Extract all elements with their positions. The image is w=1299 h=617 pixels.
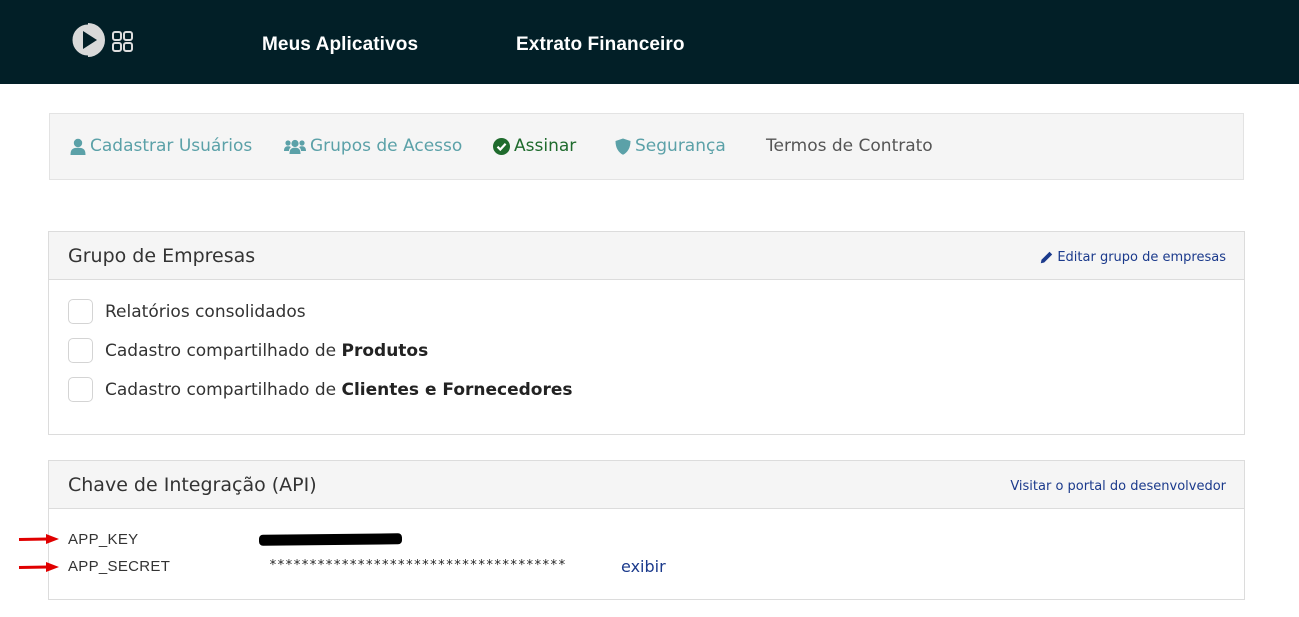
app-secret-label: APP_SECRET (68, 558, 171, 575)
option-label: Cadastro compartilhado de Produtos (105, 341, 428, 361)
grid-apps-icon[interactable] (112, 31, 133, 52)
app-secret-value: ************************************* (269, 558, 566, 573)
tab-label: Cadastrar Usuários (90, 136, 253, 156)
panel-header: Chave de Integração (API) Visitar o port… (49, 461, 1244, 509)
option-text: Relatórios consolidados (105, 301, 306, 322)
tab-cadastrar-usuarios[interactable]: Cadastrar Usuários (70, 136, 252, 156)
panel-title: Grupo de Empresas (68, 245, 256, 267)
nav-meus-aplicativos[interactable]: Meus Aplicativos (262, 34, 418, 56)
edit-grupo-label: Editar grupo de empresas (1057, 250, 1226, 265)
tab-label: Grupos de Acesso (310, 136, 463, 156)
option-text: Cadastro compartilhado de (105, 340, 342, 361)
option-label: Cadastro compartilhado de Clientes e For… (105, 380, 573, 400)
tab-assinar[interactable]: Assinar (493, 136, 576, 156)
option-label: Relatórios consolidados (105, 302, 306, 322)
tab-label: Assinar (514, 136, 577, 156)
checkbox[interactable] (68, 299, 93, 324)
app-key-label: APP_KEY (68, 531, 139, 548)
settings-tabs: Cadastrar Usuários Grupos de Acesso Assi… (49, 113, 1244, 180)
nav-extrato-financeiro[interactable]: Extrato Financeiro (516, 34, 685, 56)
checkbox[interactable] (68, 338, 93, 363)
play-circle-icon[interactable] (70, 22, 106, 58)
option-text: Cadastro compartilhado de (105, 379, 342, 400)
tab-label: Termos de Contrato (766, 136, 933, 156)
annotation-arrow-icon (18, 534, 59, 544)
shield-icon (615, 138, 631, 155)
option-cadastro-produtos: Cadastro compartilhado de Produtos (68, 338, 428, 363)
users-icon (284, 139, 306, 154)
pencil-icon (1041, 251, 1053, 264)
option-text-bold: Clientes e Fornecedores (341, 379, 573, 400)
user-icon (70, 138, 86, 155)
panel-header: Grupo de Empresas Editar grupo de empres… (49, 232, 1244, 280)
edit-grupo-link[interactable]: Editar grupo de empresas (1040, 250, 1226, 265)
checkbox[interactable] (68, 377, 93, 402)
top-navbar: Meus Aplicativos Extrato Financeiro (0, 0, 1299, 84)
tab-seguranca[interactable]: Segurança (615, 136, 726, 156)
developer-portal-link[interactable]: Visitar o portal do desenvolvedor (1010, 479, 1226, 494)
option-cadastro-clientes-fornecedores: Cadastro compartilhado de Clientes e For… (68, 377, 573, 402)
grupo-empresas-panel: Grupo de Empresas Editar grupo de empres… (48, 231, 1245, 435)
api-key-panel: Chave de Integração (API) Visitar o port… (48, 460, 1245, 600)
option-relatorios-consolidados: Relatórios consolidados (68, 299, 306, 324)
tab-grupos-de-acesso[interactable]: Grupos de Acesso (284, 136, 462, 156)
annotation-arrow-icon (18, 562, 59, 572)
check-circle-icon (493, 137, 510, 155)
panel-title: Chave de Integração (API) (68, 474, 317, 496)
show-secret-link[interactable]: exibir (621, 557, 666, 576)
tab-label: Segurança (635, 136, 726, 156)
option-text-bold: Produtos (341, 340, 429, 361)
app-key-value-redacted (258, 533, 403, 546)
tab-termos-de-contrato[interactable]: Termos de Contrato (766, 136, 933, 156)
